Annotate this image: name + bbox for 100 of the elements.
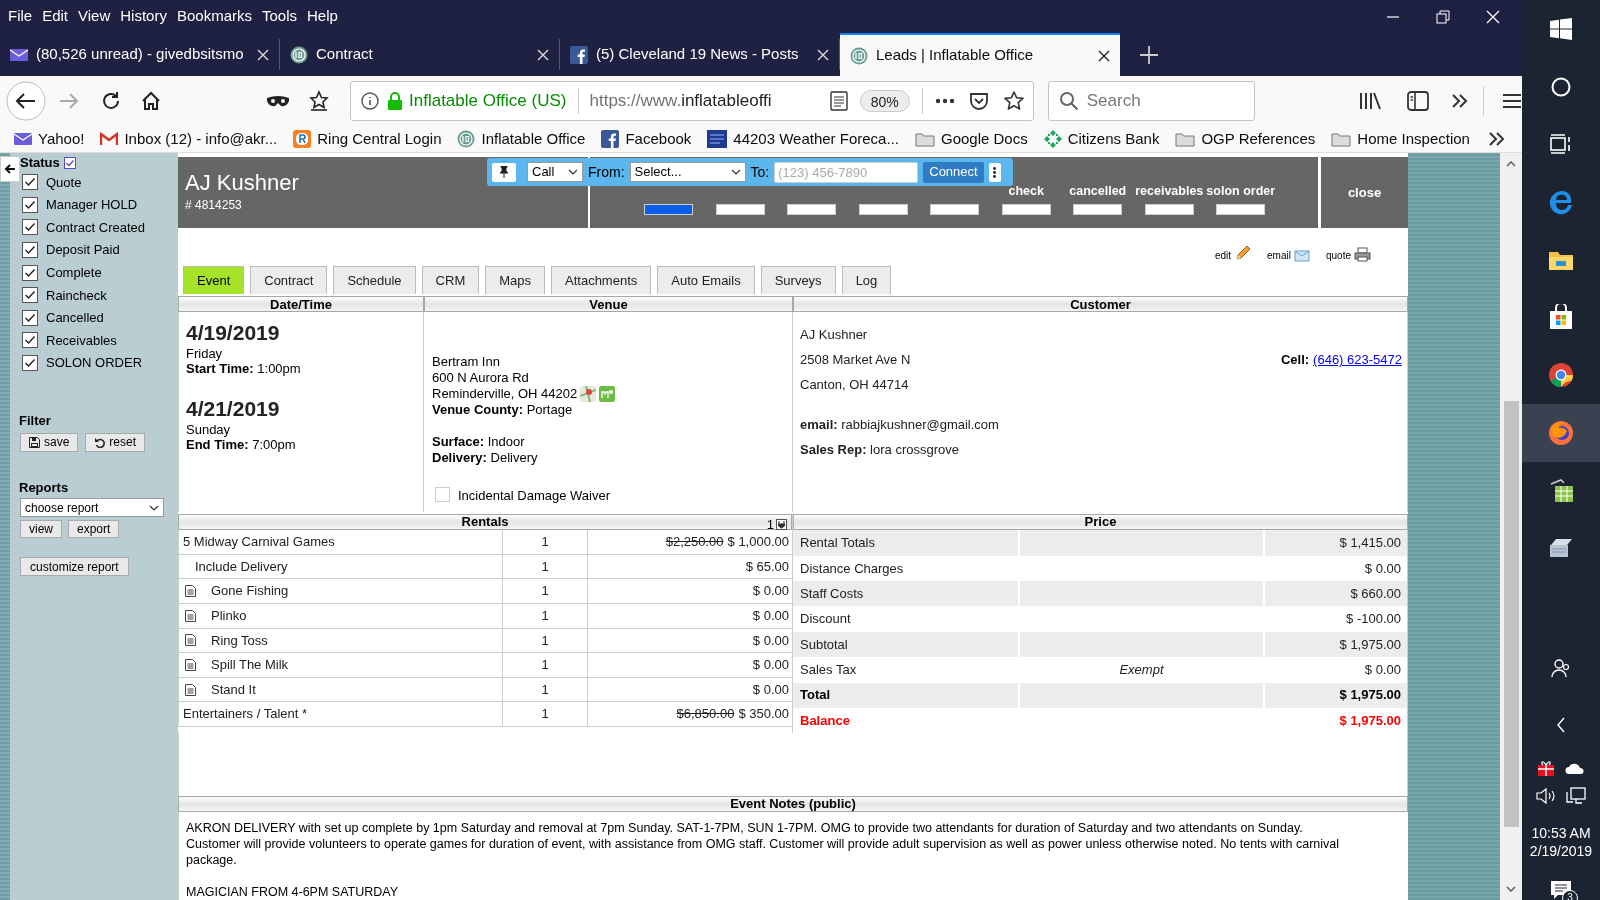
- circle-icon[interactable]: [1551, 76, 1571, 97]
- bookmark-item[interactable]: Google Docs: [914, 127, 1028, 151]
- customize-report-button[interactable]: customize report: [20, 557, 129, 577]
- home-icon[interactable]: [140, 90, 162, 112]
- chevron-left-icon[interactable]: [1556, 717, 1566, 734]
- menu-item[interactable]: Help: [302, 5, 343, 28]
- edit-link[interactable]: edit: [1214, 245, 1252, 263]
- overflow-chevrons-icon[interactable]: [1488, 131, 1506, 147]
- phone-input-field[interactable]: (123) 456-7890: [774, 161, 919, 183]
- checkbox[interactable]: [22, 264, 38, 281]
- bookmark-item[interactable]: Ring Central Login: [293, 127, 442, 151]
- tab[interactable]: Contract: [250, 266, 328, 295]
- start-icon[interactable]: [1550, 17, 1572, 40]
- fox-globe-icon[interactable]: [1548, 419, 1574, 446]
- email-link[interactable]: email: [1267, 248, 1310, 263]
- close-link[interactable]: close: [1347, 182, 1382, 203]
- round-browser-logo-icon[interactable]: [1548, 362, 1574, 389]
- people-icon[interactable]: [1551, 657, 1571, 678]
- report-button[interactable]: view: [20, 520, 62, 539]
- browser-tab[interactable]: (5) Cleveland 19 News - Posts: [560, 39, 840, 70]
- checkbox[interactable]: [22, 309, 38, 326]
- map-icon[interactable]: [580, 386, 597, 403]
- bookmark-star-icon[interactable]: [1002, 90, 1025, 112]
- speaker-icon[interactable]: [1536, 788, 1556, 805]
- search-field[interactable]: Search: [1047, 81, 1255, 121]
- site-identity[interactable]: Inflatable Office (US): [409, 88, 567, 114]
- task-view-icon[interactable]: [1550, 134, 1572, 155]
- checkbox[interactable]: [22, 287, 38, 304]
- bookmark-item[interactable]: 44203 Weather Foreca...: [707, 127, 899, 151]
- status-step[interactable]: [644, 204, 694, 215]
- document-icon[interactable]: [185, 634, 196, 647]
- pocket-icon[interactable]: [968, 91, 989, 111]
- save-button[interactable]: save: [20, 432, 79, 452]
- tab[interactable]: CRM: [421, 266, 480, 295]
- scrollbar-thumb[interactable]: [1503, 401, 1519, 827]
- restore-icon[interactable]: [1436, 9, 1450, 24]
- more-options-button[interactable]: [988, 162, 1001, 182]
- scrollbar[interactable]: [1500, 153, 1522, 900]
- back-icon[interactable]: [6, 81, 46, 121]
- document-icon[interactable]: [185, 609, 196, 622]
- bookmark-item[interactable]: Inbox (12) - info@akr...: [100, 127, 278, 151]
- shopping-bag-icon[interactable]: [1549, 304, 1573, 331]
- address-bar[interactable]: Inflatable Office (US) https://www.inflatableoffi 80%: [350, 81, 1034, 121]
- from-dropdown[interactable]: Select...: [629, 162, 746, 182]
- more-icon[interactable]: [934, 98, 955, 104]
- browser-tab[interactable]: Leads | Inflatable Office: [840, 33, 1120, 76]
- bookmark-item[interactable]: Home Inspection: [1331, 127, 1470, 151]
- menu-item[interactable]: File: [3, 5, 38, 28]
- close-icon[interactable]: [1098, 49, 1110, 62]
- url-text[interactable]: https://www.inflatableoffi: [589, 88, 772, 114]
- spreadsheet-icon[interactable]: [1548, 477, 1574, 504]
- menu-item[interactable]: View: [73, 5, 116, 28]
- clock-time[interactable]: 10:53 AM: [1531, 824, 1591, 843]
- reader-icon[interactable]: [829, 91, 848, 111]
- network-monitor-icon[interactable]: [1566, 787, 1586, 806]
- menu-item[interactable]: Tools: [257, 5, 302, 28]
- connect-button[interactable]: Connect: [923, 161, 984, 183]
- library-icon[interactable]: [1359, 91, 1383, 111]
- browser-e-icon[interactable]: [1548, 189, 1574, 215]
- checkbox[interactable]: [22, 242, 38, 259]
- phone-link[interactable]: (646) 623-5472: [1313, 347, 1402, 373]
- browser-tab[interactable]: (80,526 unread) - givedbsitsmo: [0, 39, 280, 70]
- call-type-dropdown[interactable]: Call: [527, 162, 583, 182]
- document-icon[interactable]: [185, 585, 196, 598]
- report-dropdown[interactable]: choose report: [20, 498, 164, 518]
- checkbox[interactable]: [22, 174, 38, 191]
- quote-link[interactable]: quote: [1325, 247, 1371, 263]
- checkbox[interactable]: [22, 332, 38, 349]
- reload-icon[interactable]: [100, 90, 122, 112]
- info-icon[interactable]: [361, 92, 379, 110]
- report-button[interactable]: export: [68, 520, 120, 539]
- pin-button[interactable]: [492, 162, 516, 182]
- plug-icon[interactable]: [776, 519, 787, 531]
- browser-tab[interactable]: Contract: [280, 39, 560, 70]
- drive-icon[interactable]: [1548, 537, 1574, 560]
- menu-icon[interactable]: [1502, 93, 1522, 109]
- tab[interactable]: Log: [841, 266, 892, 295]
- zoom-level-button[interactable]: 80%: [859, 90, 910, 112]
- menu-item[interactable]: Edit: [37, 5, 74, 28]
- mask-icon[interactable]: [266, 94, 290, 108]
- tab[interactable]: Attachments: [551, 266, 652, 295]
- bookmark-item[interactable]: OGP References: [1175, 127, 1316, 151]
- reset-button[interactable]: reset: [85, 432, 146, 452]
- bookmark-item[interactable]: Yahoo!: [14, 127, 85, 151]
- bookmark-item[interactable]: Citizens Bank: [1043, 127, 1160, 151]
- bookmark-item[interactable]: Facebook: [601, 127, 692, 151]
- cloud-icon[interactable]: [1565, 761, 1585, 776]
- document-icon[interactable]: [185, 658, 196, 671]
- sidebar-icon[interactable]: [1407, 91, 1429, 111]
- clock-date[interactable]: 2/19/2019: [1529, 842, 1593, 861]
- tab[interactable]: Surveys: [760, 266, 836, 295]
- star-tray-icon[interactable]: [308, 90, 330, 112]
- tab[interactable]: Maps: [485, 266, 545, 295]
- checked-list-icon[interactable]: [63, 157, 76, 169]
- bookmark-item[interactable]: Inflatable Office: [457, 127, 586, 151]
- tab[interactable]: Event: [183, 266, 245, 295]
- collapse-sidebar-button[interactable]: [0, 156, 20, 182]
- checkbox[interactable]: [22, 196, 38, 213]
- gift-icon[interactable]: [1537, 759, 1555, 778]
- overflow-chevrons-icon[interactable]: [1451, 93, 1469, 109]
